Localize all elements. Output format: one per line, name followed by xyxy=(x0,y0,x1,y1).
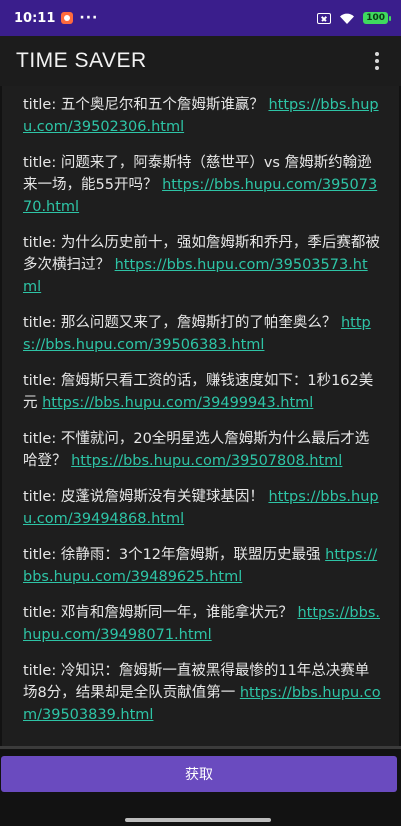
item-title: title: 五个奥尼尔和五个詹姆斯谁赢？ xyxy=(23,97,264,113)
list-item: title: 五个奥尼尔和五个詹姆斯谁赢？ https://bbs.hupu.c… xyxy=(23,94,381,138)
list-item: title: 徐静雨：3个12年詹姆斯，联盟历史最强 https://bbs.h… xyxy=(23,544,381,588)
item-title: title: 皮蓬说詹姆斯没有关键球基因！ xyxy=(23,489,264,505)
gesture-nav-handle[interactable] xyxy=(125,818,271,822)
item-link[interactable]: https://bbs.hupu.com/39507808.html xyxy=(71,453,342,469)
screen-record-icon xyxy=(61,12,74,24)
result-list[interactable]: title: 五个奥尼尔和五个詹姆斯谁赢？ https://bbs.hupu.c… xyxy=(2,86,399,746)
list-item: title: 邓肯和詹姆斯同一年，谁能拿状元？ https://bbs.hupu… xyxy=(23,602,381,646)
battery-icon: 100 xyxy=(363,12,391,24)
status-bar: 10:11 ··· 100 xyxy=(0,0,401,36)
list-item: title: 皮蓬说詹姆斯没有关键球基因！ https://bbs.hupu.c… xyxy=(23,486,381,530)
divider xyxy=(0,746,401,749)
fetch-button[interactable]: 获取 xyxy=(1,756,397,792)
no-sim-icon xyxy=(317,12,332,24)
app-bar: TIME SAVER xyxy=(0,36,401,86)
list-item: title: 为什么历史前十，强如詹姆斯和乔丹，季后赛都被多次横扫过？ http… xyxy=(23,232,381,298)
item-link[interactable]: https://bbs.hupu.com/39499943.html xyxy=(42,395,313,411)
item-title: title: 那么问题又来了，詹姆斯打的了帕奎奥么？ xyxy=(23,315,337,331)
app-title: TIME SAVER xyxy=(16,49,147,72)
status-time: 10:11 xyxy=(14,10,56,26)
item-title: title: 徐静雨：3个12年詹姆斯，联盟历史最强 xyxy=(23,547,321,563)
list-item: title: 冷知识：詹姆斯一直被黑得最惨的11年总决赛单场8分，结果却是全队贡… xyxy=(23,660,381,726)
list-item: title: 詹姆斯只看工资的话，赚钱速度如下：1秒162美元 https://… xyxy=(23,370,381,414)
status-icons: 100 xyxy=(317,12,391,25)
more-notifications-icon: ··· xyxy=(79,10,99,26)
list-item: title: 不懂就问，20全明星选人詹姆斯为什么最后才选哈登？ https:/… xyxy=(23,428,381,472)
item-title: title: 邓肯和詹姆斯同一年，谁能拿状元？ xyxy=(23,605,293,621)
list-item: title: 问题来了，阿泰斯特（慈世平）vs 詹姆斯约翰逊来一场，能55开吗？… xyxy=(23,152,381,218)
overflow-menu-icon[interactable] xyxy=(367,49,387,73)
battery-level: 100 xyxy=(363,12,388,24)
list-item: title: 那么问题又来了，詹姆斯打的了帕奎奥么？ https://bbs.h… xyxy=(23,312,381,356)
wifi-icon xyxy=(340,13,355,24)
